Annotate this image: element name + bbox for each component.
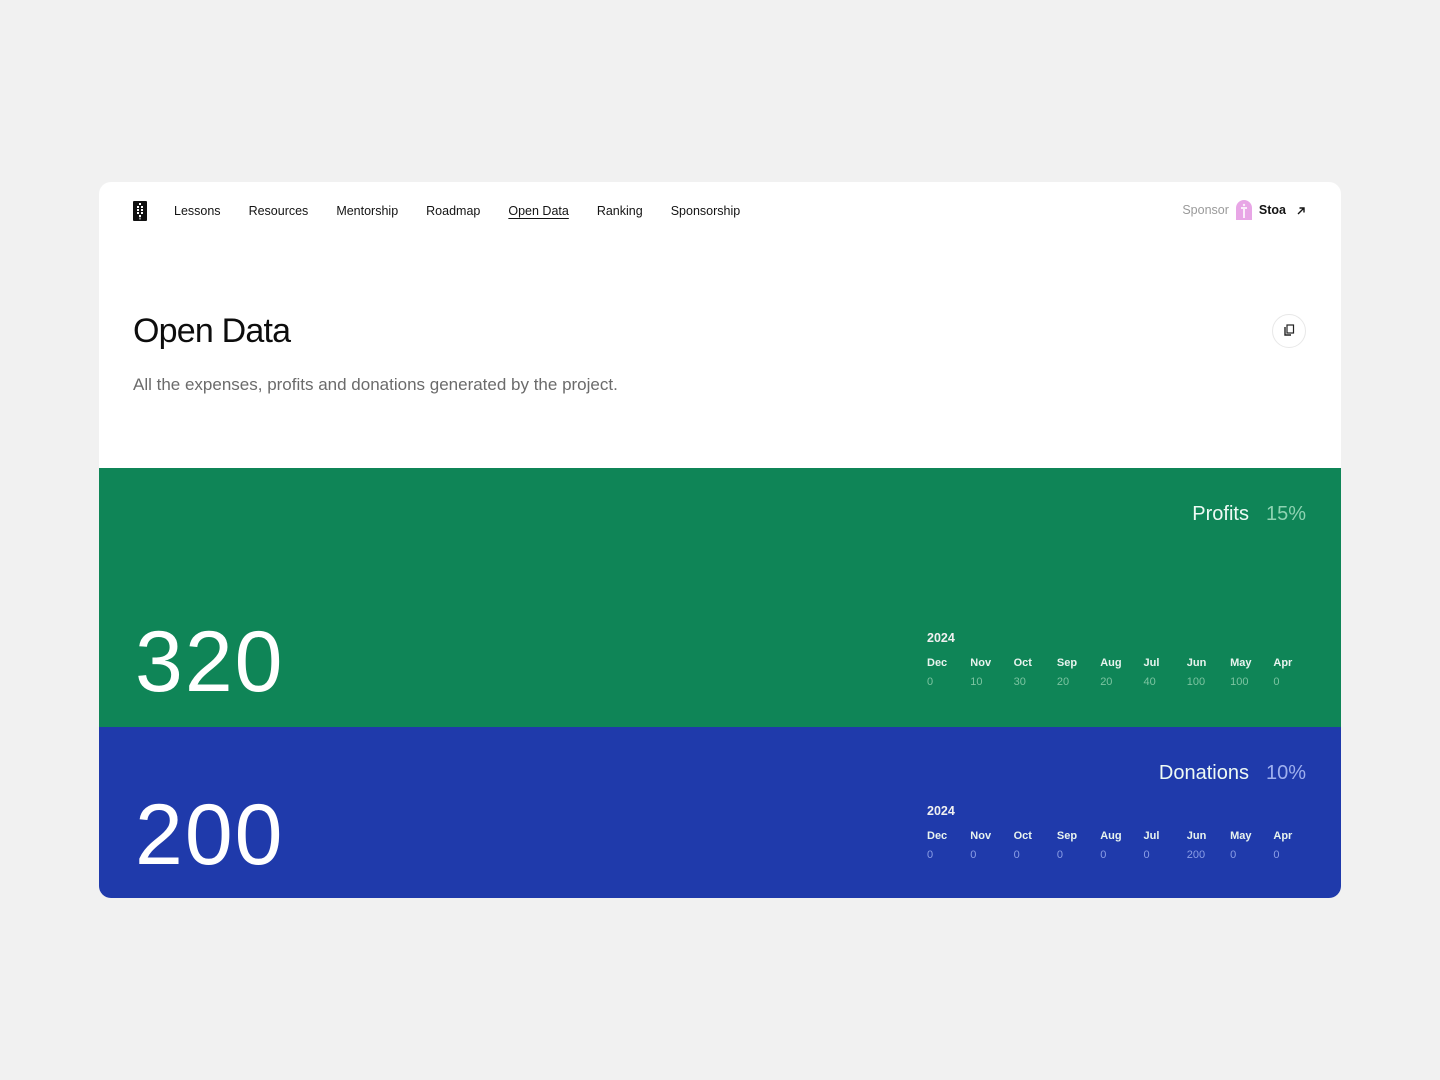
sponsor-label: Sponsor bbox=[1182, 203, 1229, 217]
profits-month-grid: Dec 0 Nov 10 Oct 30 Sep 20 Aug 20 Jul 40 Jun 100 May 10… bbox=[927, 657, 1317, 688]
profits-month-column: Nov 10 bbox=[970, 657, 1013, 688]
month-value: 0 bbox=[1230, 849, 1237, 861]
month-label: Dec bbox=[927, 830, 948, 842]
profits-month-column: Oct 30 bbox=[1014, 657, 1057, 688]
profits-month-column: Dec 0 bbox=[927, 657, 970, 688]
month-value: 20 bbox=[1100, 676, 1113, 688]
month-label: Jul bbox=[1143, 657, 1160, 669]
donations-month-column: May 0 bbox=[1230, 830, 1273, 861]
donations-month-column: Aug 0 bbox=[1100, 830, 1143, 861]
external-link-arrow-icon bbox=[1296, 205, 1306, 215]
nav-link-open-data[interactable]: Open Data bbox=[508, 202, 568, 220]
month-label: Nov bbox=[970, 657, 992, 669]
donations-month-column: Apr 0 bbox=[1273, 830, 1316, 861]
month-value: 0 bbox=[1100, 849, 1107, 861]
profits-month-column: Apr 0 bbox=[1273, 657, 1316, 688]
donations-title: Donations bbox=[1158, 762, 1249, 784]
month-value: 100 bbox=[1186, 676, 1206, 688]
sponsor-name: Stoa bbox=[1258, 203, 1286, 217]
month-value: 0 bbox=[1013, 849, 1020, 861]
month-value: 100 bbox=[1230, 676, 1249, 688]
nav-link-lessons[interactable]: Lessons bbox=[174, 202, 221, 220]
month-label: Aug bbox=[1100, 830, 1122, 842]
app-logo-icon[interactable] bbox=[133, 201, 147, 221]
donations-month-column: Jul 0 bbox=[1143, 830, 1186, 861]
nav-link-roadmap[interactable]: Roadmap bbox=[426, 202, 480, 220]
month-label: Apr bbox=[1273, 830, 1293, 842]
donations-percent: 10% bbox=[1265, 762, 1306, 784]
donations-month-grid: Dec 0 Nov 0 Oct 0 Sep 0 Aug 0 Jul 0 Jun 200 May 0 Apr 0 bbox=[927, 830, 1317, 861]
sponsor-avatar-icon bbox=[1235, 200, 1253, 220]
month-label: Sep bbox=[1056, 657, 1078, 669]
profits-percent: 15% bbox=[1265, 503, 1306, 525]
profits-section: Profits 15% 320 2024 Dec 0 Nov 10 Oct 30 Sep 20… bbox=[99, 468, 1341, 727]
donations-section: Donations 10% 200 2024 Dec 0 Nov 0 Oct 0 Sep 0 A… bbox=[99, 727, 1341, 898]
profits-total: 320 bbox=[135, 614, 285, 710]
month-value: 20 bbox=[1056, 676, 1070, 688]
month-label: May bbox=[1230, 830, 1252, 842]
nav-link-mentorship[interactable]: Mentorship bbox=[336, 202, 398, 220]
copy-icon bbox=[1283, 323, 1295, 339]
profits-header: Profits 15% bbox=[1192, 503, 1306, 526]
month-value: 0 bbox=[1273, 849, 1280, 861]
month-label: Jun bbox=[1186, 830, 1207, 842]
profits-year: 2024 bbox=[927, 631, 955, 645]
sponsor-link[interactable]: Sponsor Stoa bbox=[1182, 200, 1306, 220]
month-label: May bbox=[1230, 657, 1252, 669]
month-label: Sep bbox=[1056, 830, 1078, 842]
month-value: 0 bbox=[1056, 849, 1064, 861]
copy-button[interactable] bbox=[1272, 314, 1306, 348]
month-label: Dec bbox=[927, 657, 948, 669]
page-title: Open Data bbox=[133, 312, 291, 350]
month-value: 0 bbox=[927, 849, 934, 861]
profits-month-column: Jul 40 bbox=[1143, 657, 1186, 688]
profits-month-column: Aug 20 bbox=[1100, 657, 1143, 688]
month-label: Oct bbox=[1013, 657, 1032, 669]
nav-link-sponsorship[interactable]: Sponsorship bbox=[671, 202, 741, 220]
donations-month-column: Nov 0 bbox=[970, 830, 1013, 861]
profits-month-column: Sep 20 bbox=[1057, 657, 1100, 688]
nav-links: Lessons Resources Mentorship Roadmap Ope… bbox=[174, 202, 768, 220]
profits-month-column: May 100 bbox=[1230, 657, 1273, 688]
donations-year: 2024 bbox=[927, 804, 955, 818]
donations-total: 200 bbox=[135, 787, 285, 883]
month-label: Nov bbox=[970, 830, 992, 842]
month-label: Aug bbox=[1100, 657, 1122, 669]
profits-month-column: Jun 100 bbox=[1187, 657, 1230, 688]
top-nav: Lessons Resources Mentorship Roadmap Ope… bbox=[99, 182, 1341, 240]
donations-month-column: Oct 0 bbox=[1014, 830, 1057, 861]
month-value: 0 bbox=[1143, 849, 1150, 861]
month-label: Jun bbox=[1186, 657, 1207, 669]
donations-month-column: Jun 200 bbox=[1187, 830, 1230, 861]
donations-monthly-breakdown: 2024 Dec 0 Nov 0 Oct 0 Sep 0 Aug 0 Jul 0 Jun 200 May 0 A… bbox=[927, 804, 1317, 861]
donations-header: Donations 10% bbox=[1159, 762, 1306, 785]
nav-link-ranking[interactable]: Ranking bbox=[597, 202, 643, 220]
donations-month-column: Sep 0 bbox=[1057, 830, 1100, 861]
month-label: Oct bbox=[1013, 830, 1032, 842]
month-value: 0 bbox=[1273, 676, 1280, 688]
profits-title: Profits bbox=[1192, 503, 1249, 525]
profits-monthly-breakdown: 2024 Dec 0 Nov 10 Oct 30 Sep 20 Aug 20 Jul 40 Jun 100… bbox=[927, 631, 1317, 688]
month-label: Jul bbox=[1143, 830, 1160, 842]
nav-link-resources[interactable]: Resources bbox=[249, 202, 309, 220]
month-value: 30 bbox=[1013, 676, 1026, 688]
donations-month-column: Dec 0 bbox=[927, 830, 970, 861]
month-value: 40 bbox=[1143, 676, 1156, 688]
month-value: 0 bbox=[927, 676, 934, 688]
month-value: 10 bbox=[970, 676, 983, 688]
open-data-card: Lessons Resources Mentorship Roadmap Ope… bbox=[99, 182, 1341, 898]
month-value: 200 bbox=[1186, 849, 1206, 861]
month-label: Apr bbox=[1273, 657, 1293, 669]
month-value: 0 bbox=[970, 849, 977, 861]
page-subtitle: All the expenses, profits and donations … bbox=[133, 375, 618, 394]
